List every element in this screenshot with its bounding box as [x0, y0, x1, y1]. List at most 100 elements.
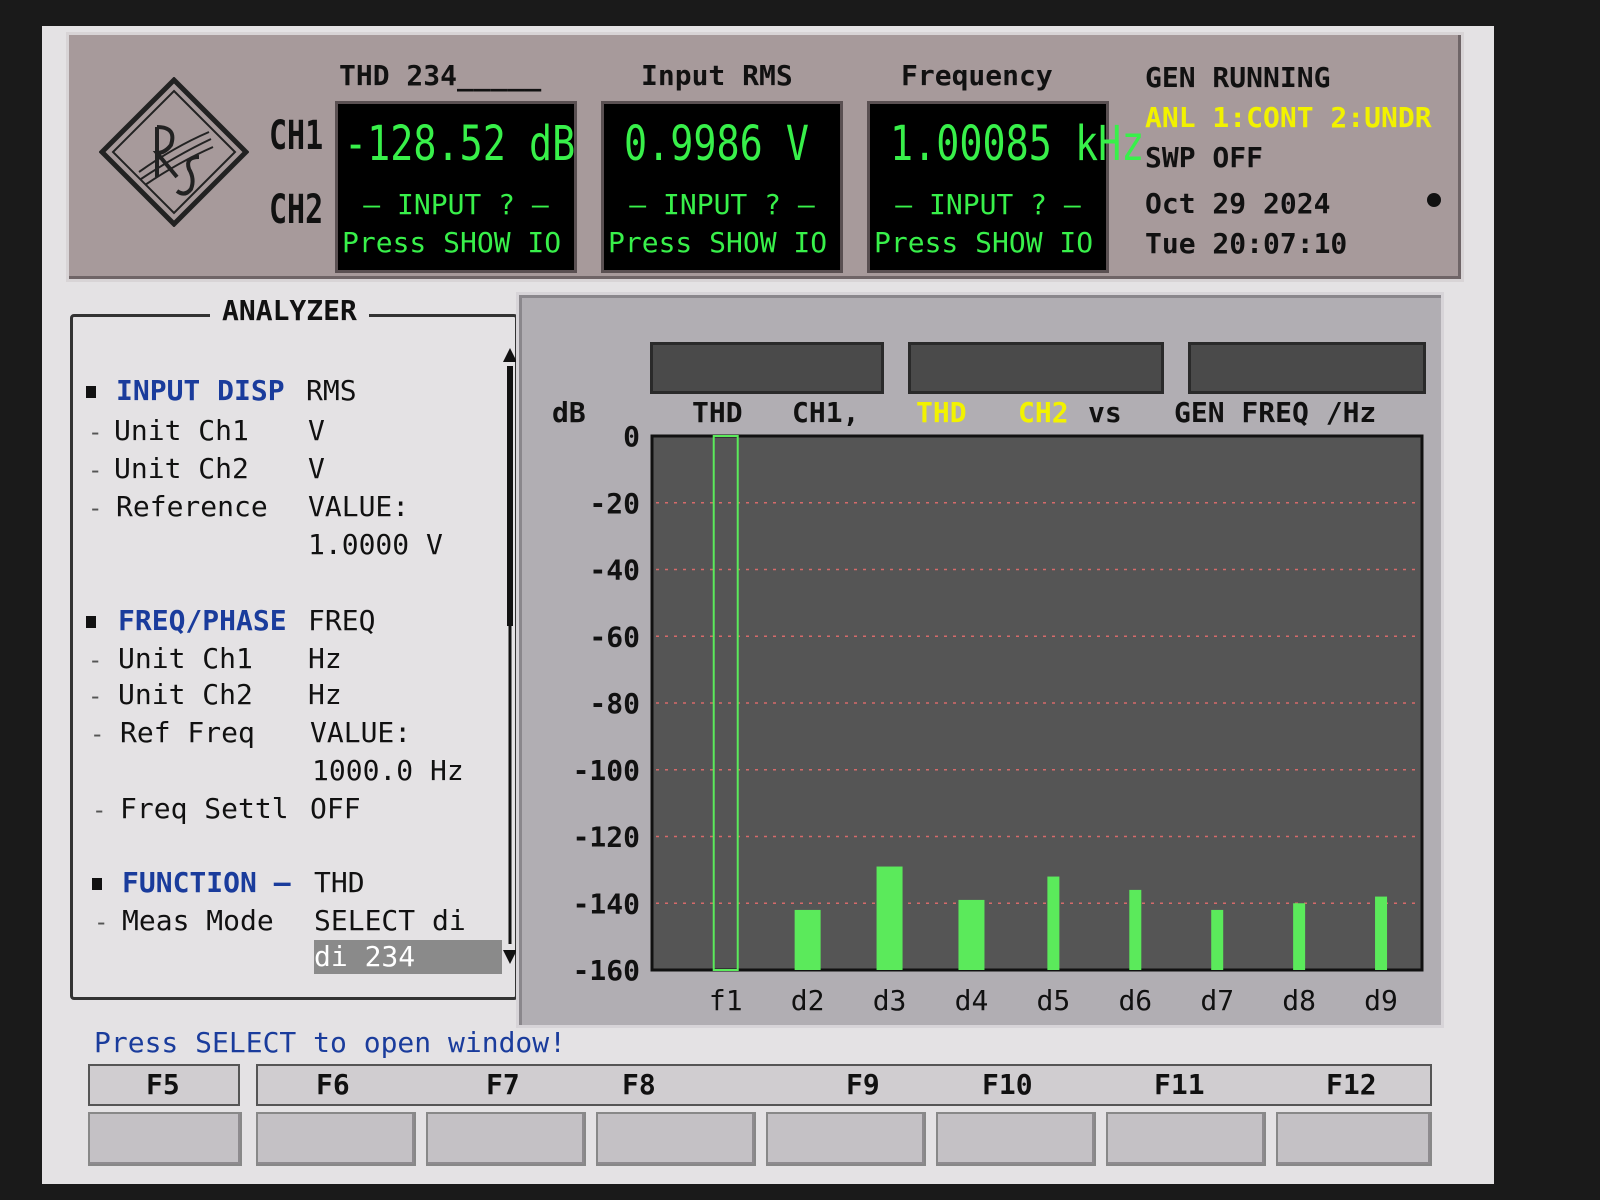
- setting-label: Meas Mode: [122, 904, 274, 937]
- setting-value[interactable]: VALUE:: [308, 490, 409, 523]
- row-marker: -: [90, 720, 105, 748]
- setting-label: Unit Ch1: [118, 642, 253, 675]
- bar-d5: [1047, 876, 1060, 970]
- meter-input-status: – INPUT ? –: [895, 188, 1081, 221]
- activity-indicator-icon: [1427, 193, 1441, 207]
- status-message: Press SELECT to open window!: [94, 1026, 567, 1059]
- x-tick-label: f1: [709, 984, 743, 1017]
- meter-hint: Press SHOW IO: [874, 226, 1094, 259]
- x-tick-label: d8: [1282, 984, 1316, 1017]
- x-tick-label: d2: [791, 984, 825, 1017]
- y-tick-label: -160: [573, 954, 640, 987]
- anl-status: ANL 1:CONT 2:UNDR: [1145, 101, 1432, 134]
- softkey-text: F6: [316, 1068, 350, 1101]
- softkey-text: F5: [146, 1068, 180, 1101]
- row-marker: -: [88, 418, 103, 446]
- softkey-f12-button[interactable]: [1276, 1112, 1432, 1166]
- softkey-label-f5: F5: [88, 1064, 240, 1106]
- input-disp-value[interactable]: RMS: [306, 374, 357, 407]
- softkey-label-bar: F6 F7 F8 F9 F10 F11 F12: [256, 1064, 1432, 1106]
- meter-thd[interactable]: -128.52 dB – INPUT ? – Press SHOW IO: [335, 101, 577, 273]
- softkey-text: F8: [622, 1068, 656, 1101]
- meter-value: 1.00085 kHz: [890, 116, 1145, 172]
- softkey-f11-button[interactable]: [1106, 1112, 1266, 1166]
- bar-d3: [876, 866, 903, 970]
- section-bullet-icon: [92, 878, 102, 890]
- x-tick-label: d4: [955, 984, 989, 1017]
- softkey-f5-button[interactable]: [88, 1112, 242, 1166]
- ref-freq-value[interactable]: 1000.0 Hz: [312, 754, 464, 787]
- function-value[interactable]: THD: [314, 866, 365, 899]
- section-function[interactable]: FUNCTION –: [122, 866, 291, 899]
- bar-d7: [1211, 909, 1224, 970]
- softkey-f6-button[interactable]: [256, 1112, 416, 1166]
- setting-label: Freq Settl: [120, 792, 289, 825]
- x-tick-label: d6: [1118, 984, 1152, 1017]
- x-tick-label: d7: [1200, 984, 1234, 1017]
- meter-input-status: – INPUT ? –: [363, 188, 549, 221]
- row-marker: -: [88, 646, 103, 674]
- meas-mode-selection[interactable]: di 234: [314, 940, 415, 973]
- meter-title-rms: Input RMS: [641, 59, 793, 92]
- setting-value[interactable]: SELECT di: [314, 904, 466, 937]
- instrument-screen: CH1 CH2 THD 234_____ -128.52 dB – INPUT …: [42, 26, 1494, 1184]
- freq-phase-value[interactable]: FREQ: [308, 604, 375, 637]
- meter-value: -128.52 dB: [344, 116, 576, 172]
- y-tick-label: -100: [573, 754, 640, 787]
- setting-label: Unit Ch2: [118, 678, 253, 711]
- rs-logo-icon: [99, 77, 249, 227]
- reference-value[interactable]: 1.0000 V: [308, 528, 443, 561]
- row-marker: -: [88, 682, 103, 710]
- analyzer-title: ANALYZER: [210, 294, 369, 327]
- meter-hint: Press SHOW IO: [608, 226, 828, 259]
- readout-box-2: [908, 342, 1164, 394]
- y-tick-label: -40: [589, 554, 640, 587]
- section-bullet-icon: [86, 386, 96, 398]
- setting-value[interactable]: VALUE:: [310, 716, 411, 749]
- y-tick-label: -60: [589, 620, 640, 653]
- setting-value[interactable]: V: [308, 414, 325, 447]
- bar-d8: [1293, 903, 1306, 970]
- y-tick-label: -140: [573, 887, 640, 920]
- x-tick-label: d5: [1037, 984, 1071, 1017]
- setting-label: Unit Ch2: [114, 452, 249, 485]
- scroll-down-icon: [503, 950, 517, 964]
- meter-value: 0.9986 V: [624, 116, 809, 172]
- softkey-text: F7: [486, 1068, 520, 1101]
- bar-d4: [958, 899, 985, 970]
- meter-rms[interactable]: 0.9986 V – INPUT ? – Press SHOW IO: [601, 101, 843, 273]
- softkey-f10-button[interactable]: [936, 1112, 1096, 1166]
- y-tick-label: -20: [589, 487, 640, 520]
- bar-d9: [1375, 896, 1388, 970]
- setting-value[interactable]: Hz: [308, 678, 342, 711]
- bar-d6: [1129, 889, 1142, 970]
- setting-label: Reference: [116, 490, 268, 523]
- scroll-up-icon: [503, 348, 517, 362]
- setting-value[interactable]: V: [308, 452, 325, 485]
- meter-title-thd: THD 234_____: [339, 59, 542, 92]
- section-input-disp[interactable]: INPUT DISP: [116, 374, 285, 407]
- readout-box-3: [1188, 342, 1426, 394]
- thd-bar-chart: 0 -20 -40 -60 -80 -100 -120 -140 -160 f1 d2 d3 d4 d5 d…: [573, 422, 1424, 1017]
- setting-value[interactable]: OFF: [310, 792, 361, 825]
- softkey-text: F10: [982, 1068, 1033, 1101]
- sweep-status: SWP OFF: [1145, 141, 1264, 174]
- bar-d2: [794, 909, 821, 970]
- meter-title-frequency: Frequency: [901, 59, 1053, 92]
- section-freq-phase[interactable]: FREQ/PHASE: [118, 604, 287, 637]
- y-tick-label: 0: [623, 422, 640, 453]
- setting-value[interactable]: Hz: [308, 642, 342, 675]
- scroll-thumb: [507, 366, 513, 626]
- meter-frequency[interactable]: 1.00085 kHz – INPUT ? – Press SHOW IO: [867, 101, 1144, 273]
- softkey-text: F9: [846, 1068, 880, 1101]
- measurement-header: CH1 CH2 THD 234_____ -128.52 dB – INPUT …: [66, 32, 1464, 282]
- row-marker: -: [88, 494, 103, 522]
- setting-label: Unit Ch1: [114, 414, 249, 447]
- softkey-f7-button[interactable]: [426, 1112, 586, 1166]
- softkey-f8-button[interactable]: [596, 1112, 756, 1166]
- row-marker: -: [94, 908, 109, 936]
- softkey-f9-button[interactable]: [766, 1112, 926, 1166]
- readout-box-1: [650, 342, 884, 394]
- meter-input-status: – INPUT ? –: [629, 188, 815, 221]
- y-tick-label: -120: [573, 821, 640, 854]
